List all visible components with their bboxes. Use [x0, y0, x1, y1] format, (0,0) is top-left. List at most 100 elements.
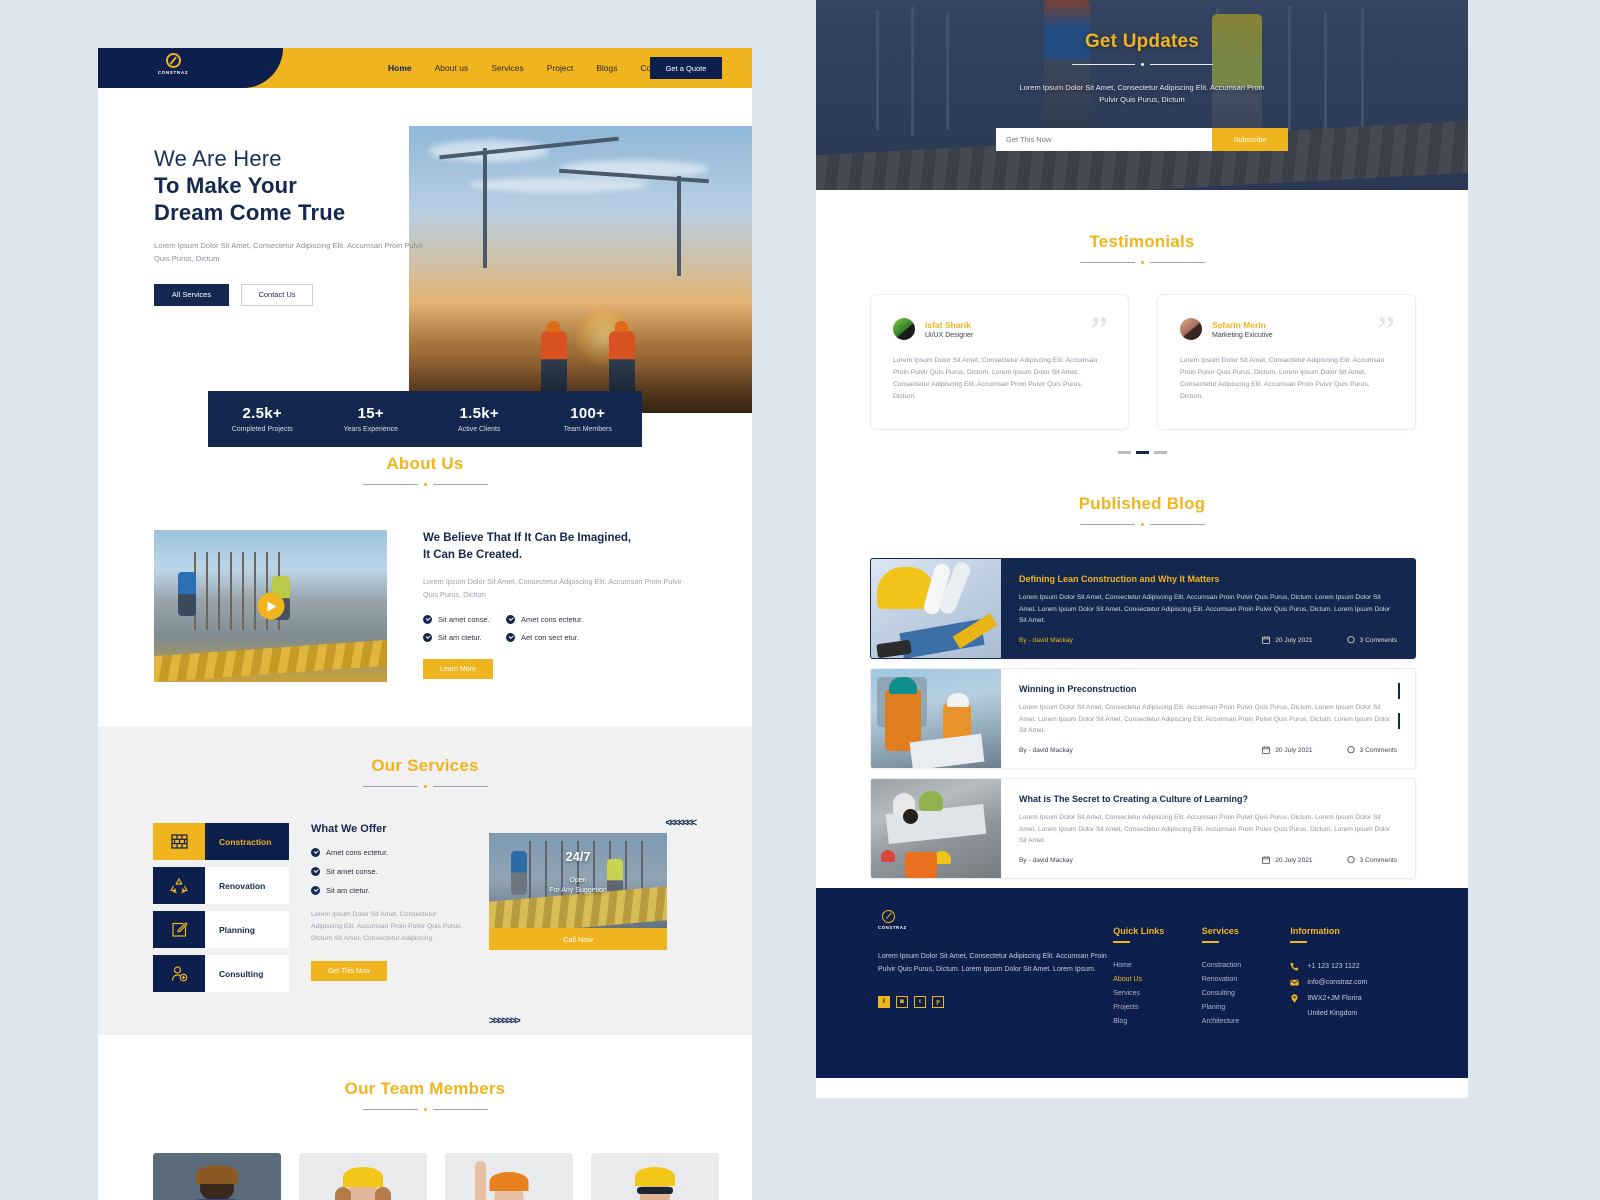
offer-paragraph: Lorem Ipsum Dolor Sit Amet, Consectetur …: [311, 911, 463, 943]
facebook-icon[interactable]: f: [878, 995, 890, 1008]
about-section-header: About Us: [98, 452, 752, 486]
nav-link-project[interactable]: Project: [547, 63, 573, 73]
pinterest-icon[interactable]: p: [932, 995, 944, 1008]
blog-post-card[interactable]: Defining Lean Construction and Why It Ma…: [870, 558, 1416, 660]
pagination-dash-1[interactable]: [1117, 451, 1131, 455]
footer-link-projects[interactable]: Projects: [1113, 1004, 1202, 1011]
footer-service-renovation[interactable]: Renovation: [1202, 976, 1291, 983]
footer-service-consulting[interactable]: Consulting: [1202, 990, 1291, 997]
services-section-title: Our Services: [371, 756, 479, 775]
service-tab-renovation[interactable]: Renovation: [153, 867, 289, 904]
footer-link-blog[interactable]: Blog: [1113, 1018, 1202, 1025]
footer-service-planing[interactable]: Planing: [1202, 1004, 1291, 1011]
all-services-button[interactable]: All Services: [154, 283, 229, 306]
team-member-card[interactable]: [445, 1153, 573, 1200]
testimonials-section-header: Testimonials: [816, 230, 1468, 264]
services-tab-list: Constraction Renovation Planning Consult…: [153, 823, 289, 999]
team-member-card[interactable]: [591, 1153, 719, 1200]
learn-more-button[interactable]: Learn More: [423, 659, 493, 680]
offer-check-item: Sit am ctetur.: [311, 886, 467, 895]
chevron-right-decoration: >>>>>>>: [489, 1015, 521, 1027]
about-paragraph: Lorem Ipsum Dolor Sit Amet, Consectetur …: [423, 577, 682, 599]
get-this-now-button[interactable]: Get This Now: [311, 961, 387, 982]
what-we-offer-title: What We Offer: [311, 823, 387, 835]
phone-icon: [1290, 962, 1299, 971]
testimonial-author-role: Marketing Exicutive: [1212, 331, 1273, 339]
twitter-icon[interactable]: t: [914, 995, 926, 1008]
hero-paragraph: Lorem Ipsum Dolor Sit Amet, Consectetur …: [154, 241, 424, 263]
comment-icon: [1347, 636, 1355, 644]
blog-post-card[interactable]: What is The Secret to Creating a Culture…: [870, 778, 1416, 880]
blog-post-card[interactable]: Winning in Preconstruction Lorem Ipsum D…: [870, 668, 1416, 770]
blog-thumbnail: [871, 669, 1001, 769]
blog-thumbnail: [871, 779, 1001, 879]
footer-quick-links-column: Quick Links Home About Us Services Proje…: [1113, 910, 1202, 1078]
service-tab-label: Renovation: [219, 880, 266, 891]
team-member-card[interactable]: [299, 1153, 427, 1200]
offer-check-item: Sit amet conse.: [311, 867, 467, 876]
blog-post-title: Defining Lean Construction and Why It Ma…: [1019, 574, 1220, 585]
envelope-icon: [1290, 979, 1300, 986]
nav-link-about-us[interactable]: About us: [435, 63, 469, 73]
contact-us-button[interactable]: Contact Us: [241, 283, 313, 306]
service-tab-consulting[interactable]: Consulting: [153, 955, 289, 992]
promo-line-2: For Any Suggetion: [549, 887, 607, 895]
check-circle-icon: [311, 867, 320, 876]
footer-service-architecture[interactable]: Architecture: [1202, 1018, 1291, 1025]
footer-phone-row[interactable]: +1 123 123 1122: [1290, 962, 1408, 971]
promo-title: 24/7: [565, 849, 591, 864]
get-a-quote-button[interactable]: Get a Quote: [650, 57, 722, 79]
footer-link-services[interactable]: Services: [1113, 990, 1202, 997]
footer-link-about-us[interactable]: About Us: [1113, 976, 1202, 983]
blog-post-excerpt: Lorem Ipsum Dolor Sit Amet, Consectetur …: [1019, 594, 1391, 625]
footer-social-links: f ◙ t p: [878, 995, 1113, 1008]
footer-email-row[interactable]: info@constraz.com: [1290, 978, 1408, 987]
nav-link-home[interactable]: Home: [388, 63, 412, 73]
blog-post-title: Winning in Preconstruction: [1019, 684, 1137, 695]
site-logo[interactable]: CONSTRAZ: [150, 53, 196, 75]
about-body: We Believe That If It Can Be Imagined, I…: [98, 486, 752, 682]
blog-scroll-indicator[interactable]: [1398, 683, 1400, 743]
nav-link-blogs[interactable]: Blogs: [596, 63, 617, 73]
stat-value: 1.5k+: [459, 405, 499, 422]
nav-link-services[interactable]: Services: [491, 63, 524, 73]
check-circle-icon: [423, 615, 432, 625]
stat-label: Team Members: [563, 426, 612, 433]
get-updates-title: Get Updates: [1084, 31, 1200, 52]
subscribe-email-input[interactable]: [996, 127, 1212, 151]
blog-post-date: 20 July 2021: [1262, 856, 1313, 865]
navbar-links: Home About us Services Project Blogs Con…: [388, 48, 674, 88]
check-label: Sit amet conse.: [326, 867, 378, 876]
pagination-dash-3[interactable]: [1153, 451, 1167, 455]
footer-information-list: +1 123 123 1122 info@constraz.com 9WX2+J…: [1290, 962, 1408, 1017]
pagination-dash-2[interactable]: [1135, 451, 1149, 455]
service-tab-planning[interactable]: Planning: [153, 911, 289, 948]
hero-section: We Are Here To Make Your Dream Come True…: [98, 88, 752, 447]
offer-checklist: Amet cons ectetur. Sit amet conse. Sit a…: [311, 848, 467, 895]
play-triangle-icon: [267, 601, 277, 611]
footer-address-row: 9WX2+JM Florira: [1290, 994, 1408, 1003]
stat-label: Completed Projects: [231, 426, 293, 433]
footer-service-constraction[interactable]: Constraction: [1202, 962, 1291, 969]
blog-post-author: By - david Mackay: [1019, 746, 1073, 754]
blog-post-body: Winning in Preconstruction Lorem Ipsum D…: [1001, 669, 1415, 768]
footer-link-home[interactable]: Home: [1113, 962, 1202, 969]
instagram-icon[interactable]: ◙: [896, 995, 908, 1008]
call-now-button[interactable]: Call Now: [489, 928, 667, 950]
team-member-card[interactable]: f ◙ t p: [153, 1153, 281, 1200]
about-check-item: Sit amet conse.: [423, 615, 506, 625]
comment-icon: [1347, 746, 1355, 754]
play-video-button[interactable]: [257, 592, 284, 620]
stat-active-clients: 1.5k+ Active Clients: [425, 405, 534, 433]
blog-thumbnail: [871, 559, 1001, 659]
site-navbar: CONSTRAZ Home About us Services Project …: [98, 48, 752, 88]
avatar: [1180, 318, 1202, 340]
service-tab-constraction[interactable]: Constraction: [153, 823, 289, 860]
footer-services-list: Constraction Renovation Consulting Plani…: [1202, 962, 1291, 1025]
check-circle-icon: [423, 633, 432, 643]
subscribe-button[interactable]: Subscribe: [1212, 127, 1288, 151]
testimonial-author-name: Isfat Sharik: [925, 319, 971, 330]
about-video-thumbnail[interactable]: [154, 530, 387, 682]
stat-value: 2.5k+: [242, 405, 282, 422]
check-circle-icon: [311, 886, 320, 895]
